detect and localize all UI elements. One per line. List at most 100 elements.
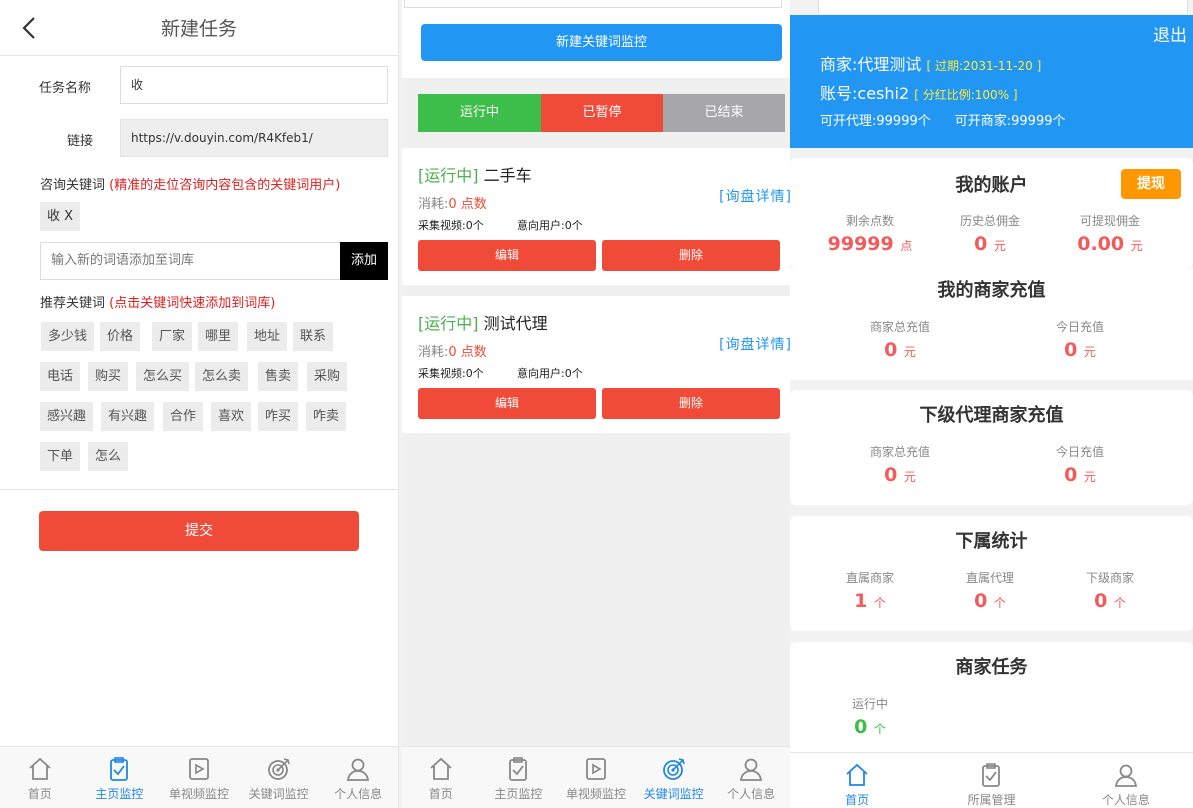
new-keyword-monitor-button[interactable]: 新建关键词监控 — [421, 24, 782, 61]
merchant-tasks-box: 商家任务 运行中 0 个 — [790, 642, 1193, 757]
tab-target[interactable]: 关键词监控 — [635, 747, 713, 808]
stat-label: 今日充值 — [1055, 445, 1104, 459]
selected-keyword-chip[interactable]: 收 X — [40, 202, 81, 231]
delete-button[interactable]: 删除 — [602, 240, 780, 271]
logout-button[interactable]: 退出 — [1153, 21, 1187, 46]
recommended-keyword-chip[interactable]: 怎么 — [88, 442, 129, 471]
clipboard-check-icon — [509, 757, 528, 781]
edit-button[interactable]: 编辑 — [418, 240, 596, 271]
tab-user[interactable]: 个人信息 — [712, 747, 790, 808]
back-arrow-icon[interactable] — [18, 16, 42, 40]
task-card: [运行中] 二手车 [询盘详情] 消耗:0 点数 采集视频:0个 意向用户:0个… — [402, 148, 790, 285]
recommended-keyword-chip[interactable]: 怎么买 — [136, 362, 190, 391]
intent-users: 意向用户:0个 — [517, 367, 583, 380]
stat-direct-merchants: 直属商家 1 个 — [805, 569, 935, 612]
account-label: 账号: — [820, 84, 858, 103]
inquiry-detail-link[interactable]: [询盘详情] — [719, 334, 790, 354]
recommended-keyword-chip[interactable]: 购买 — [88, 362, 129, 391]
recommended-keyword-chip[interactable]: 感兴趣 — [40, 402, 94, 431]
unit: 点 — [900, 239, 913, 253]
recommended-keyword-chip[interactable]: 喜欢 — [211, 402, 252, 431]
value: 99999 — [827, 233, 894, 255]
unit: 元 — [1083, 345, 1096, 359]
new-keyword-input[interactable]: 输入新的词语添加至词库 — [51, 243, 194, 279]
withdraw-button[interactable]: 提现 — [1121, 169, 1181, 199]
profile-pane: 退出 商家:代理测试 [ 过期:2031-11-20 ] 账号:ceshi2 [… — [790, 0, 1193, 808]
tab-label: 关键词监控 — [248, 787, 309, 801]
tab-ended[interactable]: 已结束 — [663, 94, 785, 132]
value: 0 — [884, 464, 898, 486]
unit: 元 — [1130, 239, 1143, 253]
recommended-keyword-chip[interactable]: 地址 — [247, 322, 288, 351]
tab-home[interactable]: 首页 — [790, 753, 924, 808]
recommended-keyword-chip[interactable]: 有兴趣 — [101, 402, 155, 431]
stat-value: 0 个 — [925, 590, 1055, 612]
stat-total-recharge: 商家总充值 0 元 — [835, 318, 965, 361]
recommended-keyword-chip[interactable]: 电话 — [40, 362, 81, 391]
recommended-keyword-chip[interactable]: 采购 — [307, 362, 348, 391]
recommend-hint: (点击关键词快速添加到词库) — [109, 296, 276, 311]
tab-video[interactable]: 单视频监控 — [159, 747, 239, 808]
stat-value: 0 元 — [835, 464, 965, 486]
stat-value: 1 个 — [805, 590, 935, 612]
recommended-keyword-chip[interactable]: 哪里 — [198, 322, 239, 351]
stat-value: 0 元 — [835, 339, 965, 361]
inquiry-detail-link[interactable]: [询盘详情] — [719, 186, 790, 206]
delete-button[interactable]: 删除 — [602, 388, 780, 419]
unit: 元 — [903, 470, 916, 484]
tab-label: 首页 — [845, 793, 870, 807]
top-edge — [404, 0, 782, 8]
keyword-monitor-pane: 新建关键词监控 运行中 已暂停 已结束 [运行中] 二手车 [询盘详情] 消耗:… — [402, 0, 790, 808]
tab-clipboard-check[interactable]: 主页监控 — [480, 747, 558, 808]
divider — [0, 489, 398, 490]
unit: 个 — [873, 596, 886, 610]
link-input[interactable]: https://v.douyin.com/R4Kfeb1/ — [120, 119, 388, 157]
recommended-keyword-chip[interactable]: 怎么卖 — [195, 362, 249, 391]
tab-paused[interactable]: 已暂停 — [541, 94, 663, 132]
recommended-keyword-chip[interactable]: 合作 — [163, 402, 204, 431]
value: 0 — [1094, 590, 1108, 612]
tab-user[interactable]: 个人信息 — [1059, 753, 1193, 808]
recommended-keyword-chip[interactable]: 价格 — [100, 322, 141, 351]
new-keyword-field[interactable]: 输入新的词语添加至词库 添加 — [40, 242, 388, 280]
video-icon — [189, 758, 209, 780]
stat-label: 可提现佣金 — [1079, 214, 1140, 228]
profile-header: 退出 商家:代理测试 [ 过期:2031-11-20 ] 账号:ceshi2 [… — [790, 15, 1193, 148]
recommend-label: 推荐关键词 (点击关键词快速添加到词库) — [40, 292, 275, 311]
tab-label: 个人信息 — [727, 787, 776, 801]
collected-videos: 采集视频:0个 — [418, 219, 484, 232]
recommended-keyword-chip[interactable]: 咋买 — [258, 402, 299, 431]
section-title: 商家任务 — [955, 657, 1028, 678]
tab-running[interactable]: 运行中 — [418, 94, 541, 132]
recommended-keyword-chip[interactable]: 联系 — [293, 322, 334, 351]
task-name-label: 任务名称 — [39, 81, 92, 96]
tab-clipboard-check[interactable]: 所属管理 — [924, 753, 1058, 808]
stat-label: 运行中 — [851, 697, 888, 711]
task-name-input[interactable]: 收 — [120, 66, 388, 104]
stat-today-recharge: 今日充值 0 元 — [1015, 443, 1145, 486]
tab-home[interactable]: 首页 — [402, 747, 480, 808]
tab-label: 单视频监控 — [168, 787, 229, 801]
add-keyword-button[interactable]: 添加 — [340, 242, 388, 280]
tab-clipboard-check[interactable]: 主页监控 — [80, 747, 160, 808]
stat-direct-agents: 直属代理 0 个 — [925, 569, 1055, 612]
submit-button[interactable]: 提交 — [39, 511, 359, 551]
recommended-keyword-chip[interactable]: 厂家 — [152, 322, 193, 351]
video-icon — [586, 758, 606, 780]
tab-target[interactable]: 关键词监控 — [239, 747, 319, 808]
task-name: 测试代理 — [483, 314, 548, 333]
merchant-quota: 可开商家:99999个 — [954, 114, 1066, 129]
tab-video[interactable]: 单视频监控 — [557, 747, 635, 808]
recommended-keyword-chip[interactable]: 下单 — [40, 442, 81, 471]
recommended-keyword-chip[interactable]: 多少钱 — [41, 322, 95, 351]
recommended-keyword-chip[interactable]: 咋卖 — [306, 402, 347, 431]
tab-user[interactable]: 个人信息 — [318, 747, 398, 808]
consume-value: 0 点数 — [448, 345, 487, 360]
edit-button[interactable]: 编辑 — [418, 388, 596, 419]
consume-label: 消耗: — [418, 197, 449, 212]
recommended-keyword-chip[interactable]: 售卖 — [258, 362, 299, 391]
tab-home[interactable]: 首页 — [0, 747, 80, 808]
home-icon — [846, 763, 868, 786]
stat-value: 0 元 — [1015, 339, 1145, 361]
consume: 消耗:0 点数 — [418, 193, 487, 212]
